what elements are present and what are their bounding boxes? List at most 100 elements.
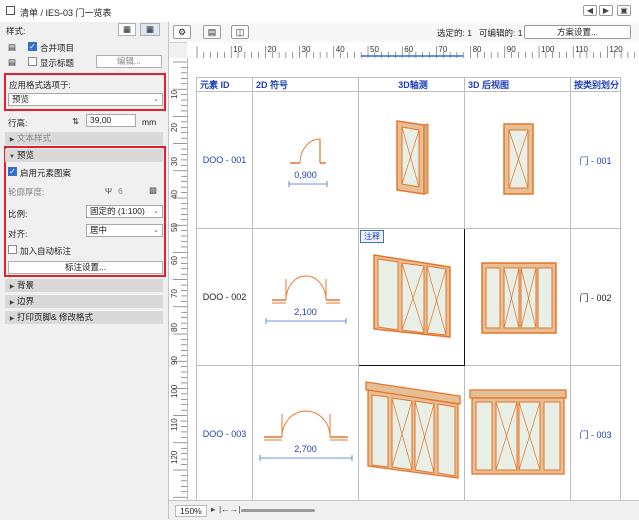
zoom-level[interactable]: 150% [175,505,207,517]
text-style-section[interactable]: ▶ 文本样式 [5,132,163,145]
door-plan-icon [288,138,327,187]
element-id-cell[interactable]: DOO - 002 [196,228,253,366]
door-3d-icon [395,120,428,195]
forward-icon[interactable]: ▶ [599,5,613,16]
selected-count: 选定的: 1 [437,28,472,38]
align-select[interactable]: 居中 ⌄ [86,224,163,237]
back-view-cell[interactable] [464,365,571,500]
back-icon[interactable]: ◀ [583,5,597,16]
align-label: 对齐: [8,229,28,239]
dim-settings-button[interactable]: 标注设置... [8,261,163,274]
table-row[interactable]: DOO - 002 2,100 注释 门 - 002 [196,228,621,366]
category-cell[interactable]: 门 - 001 [570,91,621,229]
column-header[interactable]: 3D 后视图 [464,77,571,92]
scheme-settings-button[interactable]: 方案设置... [524,25,631,39]
column-header[interactable]: 3D轴测 [358,77,465,92]
copy-format-icon[interactable]: ▤ [203,25,221,39]
settings-panel: 样式: ▦ ▦ ▤ ✓ 合并项目 ▤ 显示标题 编辑... 应用格式选项于: 预… [0,22,169,519]
annotation-tag[interactable]: 注释 [360,230,384,243]
door-3d-icon [372,254,451,338]
play-icon[interactable]: ▸ [211,504,215,515]
expand-icon: ▶ [9,316,15,322]
auto-dim-checkbox[interactable] [8,245,17,254]
show-headers-label: 显示标题 [40,58,75,68]
expand-icon: ▶ [9,300,15,306]
axon-3d-cell[interactable]: 注释 [358,228,465,366]
style-label: 样式: [6,26,26,36]
border-section[interactable]: ▶ 边界 [5,295,163,308]
pattern-icon[interactable]: ▩ [149,185,157,196]
ruler-tick-label: 90 [506,45,516,54]
axon-3d-cell[interactable] [358,91,465,229]
background-section[interactable]: ▶ 背景 [5,279,163,292]
back-view-cell[interactable] [464,91,571,229]
category-cell[interactable]: 门 - 003 [570,365,621,500]
gear-icon[interactable]: ⚙ [173,25,191,39]
ruler-tick-label: 40 [170,189,179,199]
ruler-tick-label: 20 [267,45,277,54]
outline-thickness-label: 轮廓厚度: [8,187,45,197]
ruler-tick-label: 100 [170,384,179,398]
column-header[interactable]: 按类别划分 [570,77,621,92]
door-plan-icon [265,275,346,324]
export-icon[interactable]: ◫ [231,25,249,39]
editable-count: 可编辑的: 1 [479,28,523,38]
canvas-toolbar: ⚙ ▤ ◫ 选定的: 1 可编辑的: 1 方案设置... [169,22,639,43]
door-back-icon [502,123,534,195]
symbol-2d-cell[interactable]: 2,700 [252,365,359,500]
element-id-cell[interactable]: DOO - 001 [196,91,253,229]
row-height-unit: mm [142,117,157,127]
symbol-2d-cell[interactable]: 0,900 [252,91,359,229]
table-row[interactable]: DOO - 003 2,700 门 - 003 [196,365,621,500]
ruler-tick-label: 90 [170,355,179,365]
collapse-icon: ▼ [9,154,15,160]
enable-preview-checkbox[interactable]: ✓ [8,167,17,176]
horizontal-ruler: 10 20 30 40 50 60 70 80 90 100 110 120 [187,42,639,59]
symbol-2d-cell[interactable]: 2,100 [252,228,359,366]
table-row[interactable]: DOO - 001 0,900 门 - 001 [196,91,621,229]
row-height-input[interactable]: 39,00 [86,114,136,127]
column-header[interactable]: 元素 ID [196,77,253,92]
dimension-label: 2,100 [294,307,317,317]
header-icon: ▤ [8,57,17,67]
status-bar: 150% ▸ |←→| [169,500,639,520]
edit-button[interactable]: 编辑... [96,55,162,68]
back-view-cell[interactable] [464,228,571,366]
expand-icon: ▶ [9,284,15,290]
ruler-tick-label: 70 [438,45,448,54]
ruler-tick-label: 120 [609,45,623,54]
ruler-tick-label: 30 [301,45,311,54]
preview-section[interactable]: ▼ 预览 [5,149,163,162]
axon-3d-cell[interactable] [358,365,465,500]
show-headers-checkbox[interactable] [28,57,37,66]
outline-thickness-value[interactable]: 6 [118,186,123,196]
table-view-icon[interactable]: ▦ [118,23,136,36]
element-id-cell[interactable]: DOO - 003 [196,365,253,500]
column-header[interactable]: 2D 符号 [252,77,359,92]
dimension-label: 2,700 [294,444,317,454]
fit-width-icon[interactable]: |←→| [219,504,240,514]
maximize-icon[interactable]: ▣ [617,5,631,16]
chevron-down-icon: ⌄ [153,208,159,215]
horizontal-scrollbar[interactable] [241,509,315,512]
ruler-tick-label: 60 [170,256,179,266]
schedule-canvas: 元素 ID 2D 符号 3D轴测 3D 后视图 按类别划分 DOO - 001 … [188,58,639,500]
window-title: 清单 / IES-03 门一览表 [20,8,112,18]
ruler-tick-label: 80 [170,322,179,332]
ruler-tick-label: 30 [170,156,179,166]
row-height-icon: ⇅ [72,116,80,126]
apply-format-select[interactable]: 预览 ⌄ [8,93,163,106]
door-plan-icon [259,410,352,461]
ruler-tick-label: 50 [170,223,179,232]
merge-items-checkbox[interactable]: ✓ [28,42,37,51]
pen-icon: Ψ [105,186,113,196]
print-section[interactable]: ▶ 打印页脚& 修改格式 [5,311,163,324]
door-back-icon [468,389,567,475]
auto-dim-label: 加入自动标注 [20,246,72,256]
apply-format-label: 应用格式选项于: [9,80,71,90]
list-icon: ▤ [8,42,17,52]
ruler-tick-label: 40 [335,45,345,54]
scale-select[interactable]: 固定的 (1:100) ⌄ [86,205,163,218]
category-cell[interactable]: 门 - 002 [570,228,621,366]
grid-view-icon[interactable]: ▦ [140,23,160,36]
